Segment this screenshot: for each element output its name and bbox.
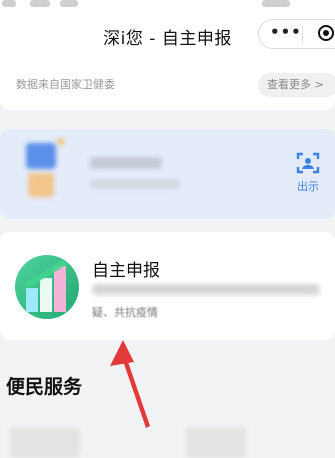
capsule-divider [302,26,303,42]
status-icon [60,0,78,7]
avatar [26,143,56,169]
nav-bar: 深i您 - 自主申报 ••• [0,12,335,62]
view-more-button[interactable]: 查看更多 > [258,73,335,97]
self-report-description [92,284,320,295]
close-miniprogram-icon[interactable] [318,25,334,41]
status-dot [58,139,64,145]
annotation-arrow-icon [110,340,150,428]
service-item[interactable] [10,428,80,458]
self-report-title: 自主申报 [92,261,160,281]
status-icon [262,0,290,7]
self-report-card[interactable]: 自主申报 疑、共抗疫情 [0,232,335,340]
status-icon [30,0,50,7]
service-item[interactable] [186,428,246,458]
data-source-text: 数据来自国家卫健委 [16,78,115,91]
user-name [90,157,162,169]
data-source-card: 数据来自国家卫健委 查看更多 > [0,62,335,110]
health-code-card[interactable]: 出示 [0,129,335,219]
avatar [28,173,54,197]
services-section-title: 便民服务 [6,376,83,398]
status-icon [2,0,16,7]
more-menu-icon[interactable]: ••• [270,23,302,41]
scan-icon[interactable] [296,151,320,175]
self-report-subtitle: 疑、共抗疫情 [92,306,158,319]
user-info [90,179,180,189]
show-code-label[interactable]: 出示 [297,178,319,194]
self-report-logo-icon [15,255,79,319]
miniprogram-capsule: ••• [258,19,335,49]
status-bar [0,0,335,12]
